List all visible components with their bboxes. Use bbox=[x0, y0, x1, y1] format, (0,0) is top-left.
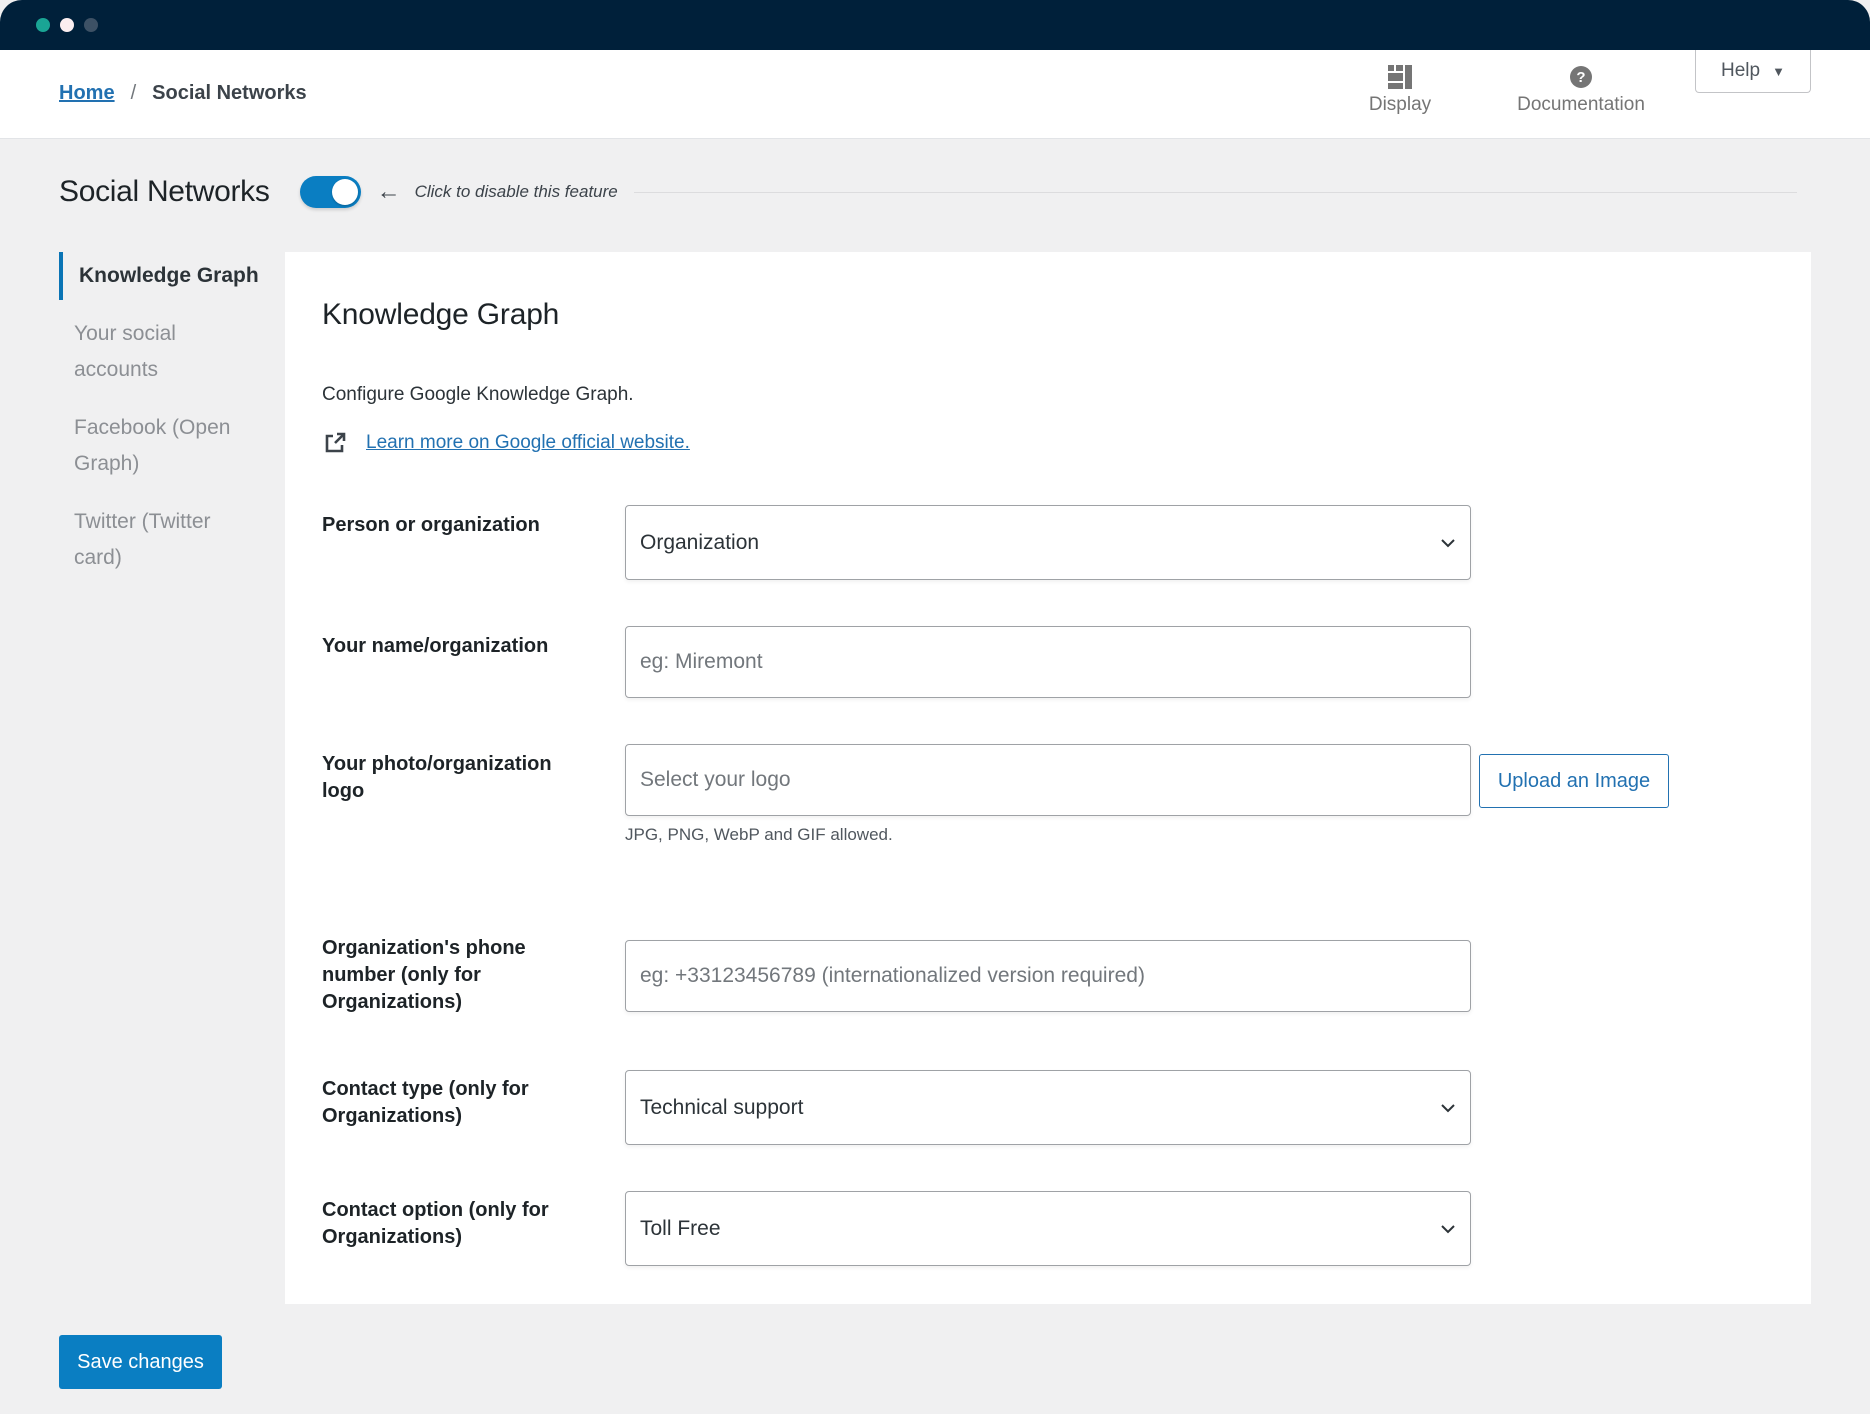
chevron-down-icon bbox=[1441, 538, 1455, 547]
contact-type-value: Technical support bbox=[640, 1095, 804, 1119]
display-button[interactable]: Display bbox=[1358, 64, 1442, 116]
section-title: Knowledge Graph bbox=[322, 298, 560, 331]
divider bbox=[633, 191, 1797, 193]
external-link-icon bbox=[325, 432, 346, 453]
nav-item-knowledge-graph[interactable]: Knowledge Graph bbox=[59, 252, 259, 300]
page-title: Social Networks bbox=[59, 175, 270, 208]
window-dot-icon[interactable] bbox=[36, 18, 50, 32]
phone-input[interactable] bbox=[640, 964, 1456, 988]
layout-grid-icon bbox=[1388, 65, 1412, 89]
person-org-select[interactable]: Organization bbox=[625, 505, 1471, 580]
caret-down-icon: ▼ bbox=[1772, 63, 1785, 79]
svg-text:?: ? bbox=[1576, 69, 1585, 86]
help-dropdown-button[interactable]: Help ▼ bbox=[1695, 50, 1811, 93]
name-input[interactable] bbox=[640, 650, 1456, 674]
section-nav: Knowledge Graph Your social accounts Fac… bbox=[59, 252, 259, 592]
chevron-down-icon bbox=[1441, 1103, 1455, 1112]
chevron-down-icon bbox=[1441, 1224, 1455, 1233]
logo-field-wrap bbox=[625, 744, 1471, 816]
person-org-label: Person or organization bbox=[322, 514, 540, 536]
nav-item-facebook[interactable]: Facebook (Open Graph) bbox=[59, 404, 259, 488]
contact-type-select[interactable]: Technical support bbox=[625, 1070, 1471, 1145]
nav-item-twitter[interactable]: Twitter (Twitter card) bbox=[59, 498, 259, 582]
save-changes-button[interactable]: Save changes bbox=[59, 1335, 222, 1389]
logo-help-text: JPG, PNG, WebP and GIF allowed. bbox=[625, 825, 893, 844]
upload-image-button[interactable]: Upload an Image bbox=[1479, 754, 1669, 808]
name-field-wrap bbox=[625, 626, 1471, 698]
learn-more-row: Learn more on Google official website. bbox=[324, 432, 690, 454]
breadcrumb: Home / Social Networks bbox=[59, 82, 307, 105]
help-circle-icon: ? bbox=[1570, 66, 1592, 88]
documentation-button[interactable]: ? Documentation bbox=[1505, 64, 1657, 116]
contact-type-label: Contact type (only for Organizations) bbox=[322, 1078, 529, 1127]
phone-field-wrap bbox=[625, 940, 1471, 1012]
person-org-value: Organization bbox=[640, 530, 760, 554]
phone-label: Organization's phone number (only for Or… bbox=[322, 937, 526, 1013]
name-label: Your name/organization bbox=[322, 635, 549, 657]
window-titlebar bbox=[0, 0, 1870, 50]
window-dot-icon[interactable] bbox=[84, 18, 98, 32]
toggle-hint: Click to disable this feature bbox=[414, 182, 618, 201]
breadcrumb-separator: / bbox=[130, 82, 137, 104]
contact-option-select[interactable]: Toll Free bbox=[625, 1191, 1471, 1266]
knowledge-graph-panel: Knowledge Graph Configure Google Knowled… bbox=[285, 252, 1811, 1304]
logo-input[interactable] bbox=[640, 768, 1456, 792]
breadcrumb-home-link[interactable]: Home bbox=[59, 82, 115, 105]
top-header: Home / Social Networks Display ? Documen… bbox=[0, 50, 1870, 139]
nav-item-social-accounts[interactable]: Your social accounts bbox=[59, 310, 259, 394]
feature-toggle[interactable] bbox=[299, 176, 361, 208]
breadcrumb-current: Social Networks bbox=[152, 82, 307, 104]
feature-title-row: Social Networks ← Click to disable this … bbox=[59, 170, 1797, 214]
documentation-label: Documentation bbox=[1517, 94, 1645, 115]
contact-option-value: Toll Free bbox=[640, 1216, 721, 1240]
arrow-left-icon: ← bbox=[376, 178, 401, 205]
section-description: Configure Google Knowledge Graph. bbox=[322, 384, 634, 405]
learn-more-link[interactable]: Learn more on Google official website. bbox=[366, 432, 690, 454]
toggle-knob bbox=[331, 179, 358, 205]
logo-label: Your photo/organization logo bbox=[322, 753, 552, 802]
help-label: Help bbox=[1721, 60, 1761, 81]
display-label: Display bbox=[1368, 94, 1432, 115]
window-dot-icon[interactable] bbox=[60, 18, 74, 32]
contact-option-label: Contact option (only for Organizations) bbox=[322, 1199, 549, 1248]
